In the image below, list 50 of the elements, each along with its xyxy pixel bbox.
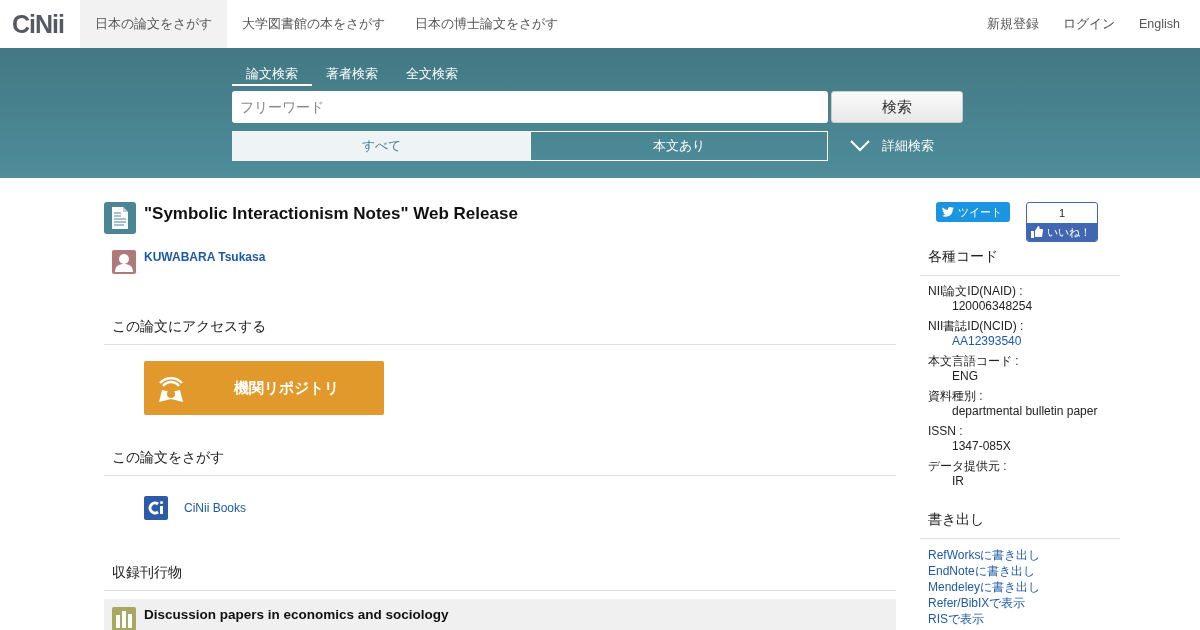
code-label: 本文言語コード :: [928, 354, 1020, 369]
code-label: NII論文ID(NAID) :: [928, 284, 1024, 299]
code-label: ISSN :: [928, 424, 964, 439]
chevron-down-icon[interactable]: [850, 140, 870, 152]
advanced-search-link[interactable]: 詳細検索: [882, 137, 934, 155]
code-value: 1347-085X: [951, 439, 1012, 454]
header-link[interactable]: English: [1127, 0, 1200, 48]
cinii-logo[interactable]: CiNii: [12, 0, 80, 48]
bar-chart-icon: [112, 607, 136, 630]
like-count: 1: [1057, 206, 1067, 221]
publication-title[interactable]: Discussion papers in economics and sociology: [144, 607, 449, 622]
code-label: データ提供元 :: [928, 459, 1008, 474]
code-value: 120006348254: [951, 299, 1034, 314]
code-value: departmental bulletin paper: [951, 404, 1099, 419]
code-value: ENG: [951, 369, 979, 384]
section-heading: この論文をさがす: [104, 449, 896, 476]
cinii-books-icon: [144, 496, 168, 520]
filter-toggle[interactable]: 本文あり: [530, 131, 828, 161]
code-link[interactable]: AA12393540: [928, 334, 1112, 349]
search-field[interactable]: フリーワード: [232, 91, 828, 123]
document-icon: [104, 202, 136, 234]
export-link[interactable]: Mendeleyに書き出し: [928, 579, 1112, 595]
thumbs-up-icon: [1031, 226, 1043, 238]
author-link[interactable]: KUWABARA Tsukasa: [144, 250, 266, 264]
nav-tab[interactable]: 日本の博士論文をさがす: [400, 0, 573, 48]
code-label: 資料種別 :: [928, 389, 984, 404]
nav-tab[interactable]: 大学図書館の本をさがす: [227, 0, 400, 48]
section-heading: この論文にアクセスする: [104, 318, 896, 345]
like-button[interactable]: いいね！: [1027, 223, 1097, 241]
export-link[interactable]: EndNoteに書き出し: [928, 563, 1112, 579]
sidebar-heading: 各種コード: [920, 248, 1120, 276]
export-link[interactable]: RefWorksに書き出し: [928, 547, 1112, 563]
cinii-books-link[interactable]: CiNii Books: [184, 501, 246, 515]
search-tab[interactable]: 著者検索: [312, 62, 392, 86]
header-link[interactable]: 新規登録: [975, 0, 1051, 48]
code-label: NII書誌ID(NCID) :: [928, 319, 1025, 334]
export-link[interactable]: RISで表示: [928, 611, 1112, 627]
code-value: IR: [951, 474, 965, 489]
search-tab[interactable]: 全文検索: [392, 62, 472, 86]
section-heading: 収録刊行物: [104, 564, 896, 591]
nav-tab[interactable]: 日本の論文をさがす: [80, 0, 227, 48]
export-link[interactable]: Refer/BibIXで表示: [928, 595, 1112, 611]
filter-toggle[interactable]: すべて: [232, 131, 530, 161]
header-link[interactable]: ログイン: [1051, 0, 1127, 48]
sidebar-heading: 書き出し: [920, 511, 1120, 539]
search-tab[interactable]: 論文検索: [232, 62, 312, 86]
person-icon: [112, 250, 136, 274]
search-button[interactable]: 検索: [831, 91, 963, 123]
bird-icon: [942, 207, 954, 217]
article-title: "Symbolic Interactionism Notes" Web Release: [144, 204, 518, 224]
